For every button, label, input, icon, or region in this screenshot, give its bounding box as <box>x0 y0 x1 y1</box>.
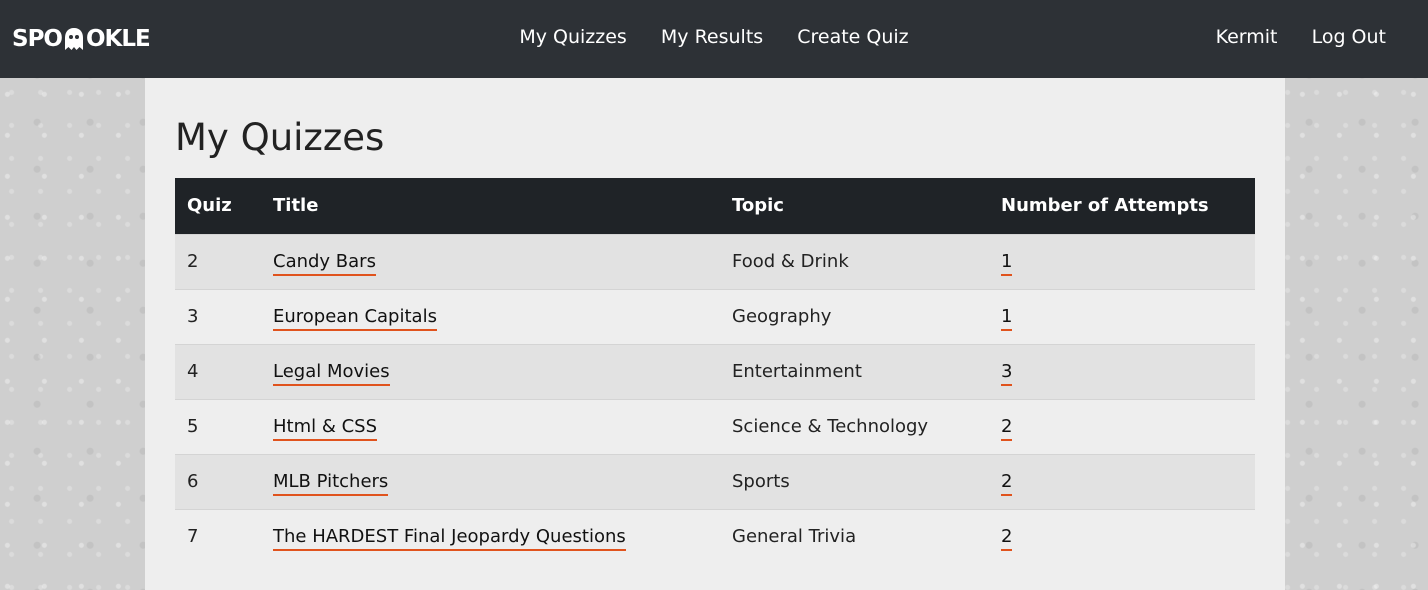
nav-user-profile[interactable]: Kermit <box>1216 26 1278 48</box>
quiz-title-link[interactable]: Html & CSS <box>273 416 378 441</box>
nav-create-quiz[interactable]: Create Quiz <box>797 26 908 48</box>
attempts-link[interactable]: 2 <box>1001 471 1013 496</box>
attempts-link[interactable]: 1 <box>1001 306 1013 331</box>
header-attempts: Number of Attempts <box>1001 195 1209 217</box>
quiz-title-link[interactable]: The HARDEST Final Jeopardy Questions <box>273 526 626 552</box>
cell-quiz-id: 2 <box>187 251 199 272</box>
table-row: 7 The HARDEST Final Jeopardy Questions G… <box>175 509 1255 564</box>
attempts-link[interactable]: 3 <box>1001 361 1013 386</box>
main-content: My Quizzes Quiz Title Topic Number of At… <box>145 78 1285 590</box>
table-row: 4 Legal Movies Entertainment 3 <box>175 344 1255 399</box>
table-row: 6 MLB Pitchers Sports 2 <box>175 454 1255 509</box>
attempts-link[interactable]: 2 <box>1001 416 1013 441</box>
quiz-title-link[interactable]: European Capitals <box>273 306 437 331</box>
page-title: My Quizzes <box>175 116 385 159</box>
cell-topic: Science & Technology <box>732 416 929 437</box>
cell-quiz-id: 5 <box>187 416 199 437</box>
nav-my-results[interactable]: My Results <box>661 26 763 48</box>
cell-quiz-id: 4 <box>187 361 199 382</box>
quizzes-table: Quiz Title Topic Number of Attempts 2 Ca… <box>175 178 1255 564</box>
cell-topic: Entertainment <box>732 361 862 382</box>
cell-topic: Food & Drink <box>732 251 849 272</box>
table-header-row: Quiz Title Topic Number of Attempts <box>175 178 1255 234</box>
attempts-link[interactable]: 2 <box>1001 526 1013 552</box>
table-row: 3 European Capitals Geography 1 <box>175 289 1255 344</box>
header-title: Title <box>273 195 319 217</box>
header-quiz: Quiz <box>187 195 232 217</box>
table-row: 5 Html & CSS Science & Technology 2 <box>175 399 1255 454</box>
nav-my-quizzes[interactable]: My Quizzes <box>519 26 627 48</box>
quiz-title-link[interactable]: Candy Bars <box>273 251 376 276</box>
cell-quiz-id: 7 <box>187 526 199 548</box>
cell-topic: Geography <box>732 306 832 327</box>
user-nav: Kermit Log Out <box>1188 26 1386 48</box>
cell-quiz-id: 6 <box>187 471 199 492</box>
quiz-title-link[interactable]: MLB Pitchers <box>273 471 389 496</box>
quiz-title-link[interactable]: Legal Movies <box>273 361 390 386</box>
navbar: SPO OKLE My Quizzes My Results Create Qu… <box>0 0 1428 78</box>
header-topic: Topic <box>732 195 784 217</box>
cell-quiz-id: 3 <box>187 306 199 327</box>
table-row: 2 Candy Bars Food & Drink 1 <box>175 234 1255 289</box>
nav-log-out[interactable]: Log Out <box>1312 26 1386 48</box>
cell-topic: Sports <box>732 471 790 492</box>
cell-topic: General Trivia <box>732 526 857 548</box>
attempts-link[interactable]: 1 <box>1001 251 1013 276</box>
